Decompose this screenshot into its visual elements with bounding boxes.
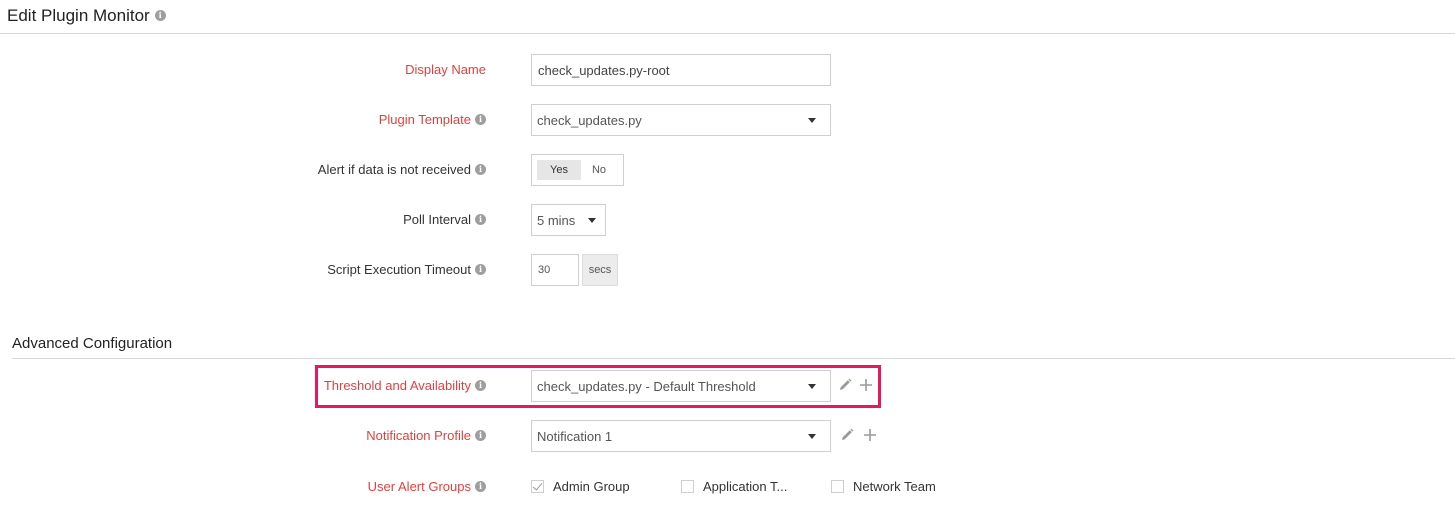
user-alert-groups-row: User Alert Groups i Admin Group Applicati… bbox=[0, 471, 1455, 503]
page-title: Edit Plugin Monitor i bbox=[7, 6, 166, 26]
info-icon[interactable]: i bbox=[475, 264, 486, 276]
highlight-box bbox=[315, 365, 881, 408]
section-title-advanced: Advanced Configuration bbox=[12, 335, 173, 352]
toggle-no-option[interactable]: No bbox=[584, 160, 614, 180]
notification-profile-value: Notification 1 bbox=[537, 429, 613, 444]
poll-interval-row: Poll Interval i 5 mins bbox=[0, 204, 1455, 236]
info-icon[interactable]: i bbox=[475, 481, 486, 493]
poll-interval-label-text: Poll Interval bbox=[403, 212, 471, 227]
toggle-yes-option[interactable]: Yes bbox=[537, 160, 581, 180]
user-alert-groups-label: User Alert Groups i bbox=[368, 479, 486, 494]
plugin-template-label-text: Plugin Template bbox=[378, 112, 471, 127]
checkbox-unchecked[interactable] bbox=[831, 480, 844, 493]
script-timeout-label: Script Execution Timeout i bbox=[327, 262, 486, 277]
notification-profile-select[interactable]: Notification 1 bbox=[531, 420, 831, 452]
checkbox-checked[interactable] bbox=[531, 480, 544, 493]
script-timeout-unit: secs bbox=[582, 254, 618, 286]
script-timeout-input[interactable] bbox=[531, 254, 579, 286]
section-divider bbox=[12, 358, 1455, 359]
display-name-row: Display Name bbox=[0, 54, 1455, 86]
notification-profile-label: Notification Profile i bbox=[366, 428, 486, 443]
info-icon[interactable]: i bbox=[154, 10, 166, 22]
alert-no-data-row: Alert if data is not received i Yes No bbox=[0, 154, 1455, 186]
checkbox-label: Network Team bbox=[853, 479, 936, 494]
plus-icon[interactable] bbox=[862, 427, 878, 443]
poll-interval-value: 5 mins bbox=[537, 213, 576, 228]
plugin-template-row: Plugin Template i check_updates.py bbox=[0, 104, 1455, 136]
poll-interval-select[interactable]: 5 mins bbox=[531, 204, 606, 236]
plugin-template-label: Plugin Template i bbox=[379, 112, 486, 127]
alert-no-data-label-text: Alert if data is not received bbox=[317, 162, 471, 177]
pencil-icon[interactable] bbox=[839, 427, 855, 443]
script-timeout-label-text: Script Execution Timeout bbox=[327, 262, 471, 277]
checkbox-label: Admin Group bbox=[553, 479, 630, 494]
alert-no-data-label: Alert if data is not received i bbox=[318, 162, 486, 177]
info-icon[interactable]: i bbox=[475, 430, 486, 442]
notification-profile-label-text: Notification Profile bbox=[366, 428, 471, 443]
info-icon[interactable]: i bbox=[475, 214, 486, 226]
display-name-label: Display Name bbox=[405, 62, 486, 77]
poll-interval-label: Poll Interval i bbox=[403, 212, 486, 227]
notification-profile-row: Notification Profile i Notification 1 bbox=[0, 420, 1455, 452]
plugin-template-select[interactable]: check_updates.py bbox=[531, 104, 831, 136]
info-icon[interactable]: i bbox=[475, 114, 486, 126]
chevron-down-icon bbox=[808, 434, 816, 439]
info-icon[interactable]: i bbox=[475, 164, 486, 176]
display-name-input[interactable] bbox=[531, 54, 831, 86]
checkbox-label: Application T... bbox=[703, 479, 788, 494]
page-header: Edit Plugin Monitor i bbox=[0, 0, 1455, 34]
user-alert-groups-label-text: User Alert Groups bbox=[367, 479, 471, 494]
checkbox-unchecked[interactable] bbox=[681, 480, 694, 493]
chevron-down-icon bbox=[588, 218, 596, 223]
checkmark-icon bbox=[532, 480, 543, 491]
display-name-label-text: Display Name bbox=[405, 62, 486, 77]
page-title-text: Edit Plugin Monitor bbox=[7, 6, 150, 25]
script-timeout-row: Script Execution Timeout i secs bbox=[0, 254, 1455, 286]
chevron-down-icon bbox=[808, 118, 816, 123]
plugin-template-value: check_updates.py bbox=[537, 113, 642, 128]
alert-no-data-toggle: Yes No bbox=[531, 154, 624, 186]
